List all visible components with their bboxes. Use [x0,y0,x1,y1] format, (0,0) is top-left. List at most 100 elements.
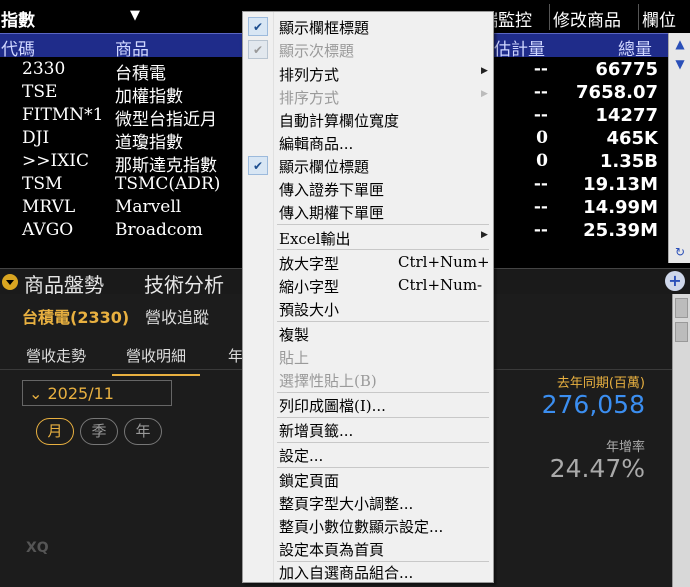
menu-item-auto-width[interactable]: 自動計算欄位寬度 [243,108,493,131]
submenu-arrow-icon: ▶ [481,66,488,76]
menu-item-shortcut: Ctrl+Num- [398,276,483,294]
row-code: FITMN*1 [22,105,104,125]
panel-scrollbar[interactable] [672,294,690,587]
date-value: 2025/11 [47,384,114,403]
menu-item-label: 加入自選商品組合... [279,564,414,582]
scrollbar-thumb[interactable] [675,322,688,342]
menu-item-label: 設定... [279,447,324,465]
menu-item-label: 顯示欄位標題 [279,158,370,176]
menu-item-default-size[interactable]: 預設大小 [243,297,493,320]
quote-scrollbar[interactable]: ▲ ▼ ↻ [668,33,690,263]
group-dropdown-icon[interactable]: ▼ [130,8,140,23]
panel-subtitle: 營收追蹤 [145,308,210,327]
scrollbar-thumb[interactable] [675,298,688,318]
column-header-volume[interactable]: 總量 [618,35,652,60]
column-header-count[interactable]: 估計量 [494,35,545,60]
menu-item-edit-symbols[interactable]: 編輯商品... [243,131,493,154]
scroll-up-icon[interactable]: ▲ [671,35,689,53]
row-count: 0 [536,151,548,171]
xq-watermark: XQ [26,540,49,556]
row-volume: 1.35B [599,151,658,172]
menu-item-label: 顯示次標題 [279,42,355,60]
subtab-revenue-detail[interactable]: 營收明細 [112,345,201,376]
date-picker[interactable]: ⌄ 2025/11 [22,380,172,406]
checkmark-icon: ✔ [248,40,268,59]
row-count: -- [533,59,548,79]
menu-item-label: 放大字型 [279,255,340,273]
row-count: -- [533,220,548,240]
menu-item-label: 複製 [279,326,310,344]
menu-item-label: 傳入證券下單匣 [279,181,385,199]
menu-item-label: 編輯商品... [279,135,354,153]
chevron-down-icon: ⌄ [29,384,43,403]
menu-item-label: 貼上 [279,349,310,367]
menu-item-label: 預設大小 [279,301,340,319]
menu-item-show-frame-title[interactable]: ✔ 顯示欄框標題 [243,15,493,38]
fields-button[interactable]: 欄位 [642,6,676,31]
panel-title: 台積電(2330) [22,308,130,327]
menu-item-page-font-size[interactable]: 整頁字型大小調整... [243,491,493,514]
row-volume: 465K [606,128,658,149]
menu-item-zoom-out[interactable]: 縮小字型 Ctrl+Num- [243,274,493,297]
refresh-icon[interactable]: ↻ [671,243,689,261]
menu-item-arrange[interactable]: 排列方式 ▶ [243,62,493,85]
menu-item-print-image[interactable]: 列印成圖檔(I)... [243,393,493,416]
menu-item-label: 整頁小數位數顯示設定... [279,518,444,536]
menu-item-label: 排列方式 [279,66,340,84]
column-header-name[interactable]: 商品 [115,35,149,60]
row-name: Broadcom [115,220,203,240]
subtab-year[interactable]: 年 [228,345,243,366]
menu-item-label: 設定本頁為首頁 [279,541,385,559]
row-volume: 25.39M [583,220,658,241]
menu-item-page-decimal[interactable]: 整頁小數位數顯示設定... [243,514,493,537]
submenu-arrow-icon: ▶ [481,89,488,99]
menu-item-lock-page[interactable]: 鎖定頁面 [243,468,493,491]
menu-separator [277,249,489,250]
edit-symbols-button[interactable]: 修改商品 [553,6,621,31]
menu-item-sort: 排序方式 ▶ [243,85,493,108]
subtab-revenue-trend[interactable]: 營收走勢 [26,345,86,366]
add-tab-icon[interactable]: + [665,271,685,291]
menu-item-zoom-in[interactable]: 放大字型 Ctrl+Num+ [243,251,493,274]
row-volume: 66775 [595,59,658,80]
menu-item-excel-export[interactable]: Excel輸出 ▶ [243,226,493,249]
row-name: Marvell [115,197,182,217]
menu-item-label: Excel輸出 [279,230,351,248]
row-code: TSM [22,174,63,194]
scroll-down-icon[interactable]: ▼ [671,55,689,73]
menu-item-send-futures-order[interactable]: 傳入期權下單匣 [243,200,493,223]
row-count: -- [533,197,548,217]
row-volume: 14277 [595,105,658,126]
column-header-code[interactable]: 代碼 [1,35,35,60]
toolbar-divider [638,4,639,30]
menu-item-send-stock-order[interactable]: 傳入證券下單匣 [243,177,493,200]
menu-item-copy[interactable]: 複製 [243,322,493,345]
submenu-arrow-icon: ▶ [481,230,488,240]
menu-item-add-tab[interactable]: 新增頁籤... [243,418,493,441]
period-quarter-button[interactable]: 季 [80,418,118,445]
menu-item-set-homepage[interactable]: 設定本頁為首頁 [243,537,493,560]
row-count: -- [533,174,548,194]
menu-item-settings[interactable]: 設定... [243,443,493,466]
row-count: 0 [536,128,548,148]
menu-item-label: 選擇性貼上(B) [279,372,377,390]
menu-item-show-column-title[interactable]: ✔ 顯示欄位標題 [243,154,493,177]
toolbar-divider [549,4,550,30]
tab-menu-dropdown-icon[interactable] [2,274,18,290]
menu-item-label: 傳入期權下單匣 [279,204,385,222]
row-name: TSMC(ADR) [115,174,221,194]
menu-item-label: 列印成圖檔(I)... [279,397,386,415]
row-code: >>IXIC [22,151,90,171]
period-month-button[interactable]: 月 [36,418,74,445]
period-year-button[interactable]: 年 [124,418,162,445]
row-code: MRVL [22,197,76,217]
row-count: -- [533,105,548,125]
quote-title: 指數 [1,11,35,31]
menu-item-add-watchlist[interactable]: 加入自選商品組合... [243,560,493,583]
row-volume: 7658.07 [576,82,658,103]
menu-separator [277,224,489,225]
growth-label: 年增率 [605,440,645,455]
checkmark-icon: ✔ [248,17,268,36]
menu-item-label: 排序方式 [279,89,340,107]
menu-item-label: 自動計算欄位寬度 [279,112,400,130]
